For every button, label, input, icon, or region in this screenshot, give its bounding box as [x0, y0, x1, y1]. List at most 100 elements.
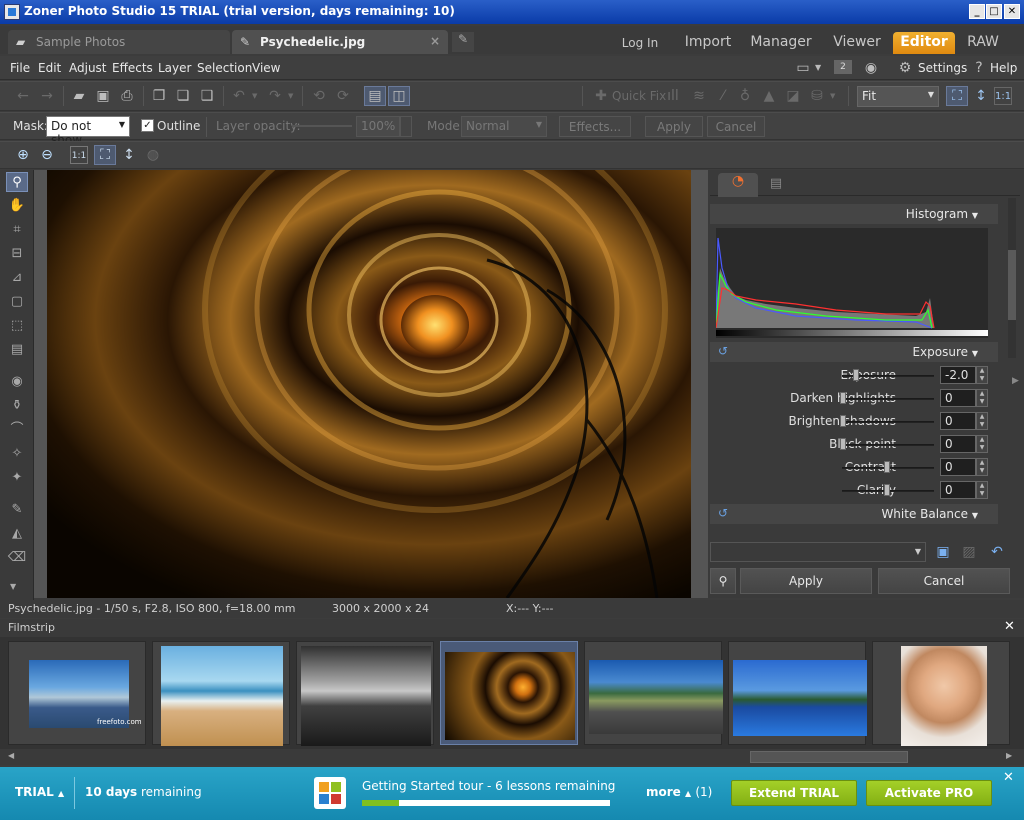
chevron-down-icon[interactable]: ▼	[815, 63, 821, 72]
menu-adjust[interactable]: Adjust	[69, 61, 107, 75]
quick-fix-icon[interactable]: ✚	[592, 87, 610, 105]
thumbnail-lake[interactable]	[728, 641, 867, 745]
straighten-tool-icon[interactable]: ⊟	[6, 244, 28, 264]
panel-scrollbar-thumb[interactable]	[1008, 250, 1016, 320]
tab-adjustments-icon[interactable]: ◔	[718, 173, 758, 197]
panel-expand-icon[interactable]: ▶	[1012, 376, 1019, 386]
clone-stamp-tool-icon[interactable]: ⚱	[6, 396, 28, 416]
back-icon[interactable]: ←	[14, 87, 32, 105]
mode-editor[interactable]: Editor	[893, 32, 955, 54]
notification-badge[interactable]: 2	[834, 60, 852, 74]
scroll-right-icon[interactable]: ▶	[1006, 751, 1012, 760]
panel-apply-button[interactable]: Apply	[740, 568, 872, 594]
close-tab-icon[interactable]: ×	[430, 34, 440, 48]
delete-preset-icon[interactable]: ▨	[960, 543, 978, 561]
selection-tool-icon[interactable]: ⬚	[6, 316, 28, 336]
exposure-header[interactable]: ↺ Exposure ▼	[710, 342, 998, 362]
save-preset-icon[interactable]: ▣	[934, 543, 952, 561]
crop-image-icon[interactable]: ◪	[784, 87, 802, 105]
filter-dropdown-icon[interactable]: ▼	[830, 92, 835, 100]
zoom-fit-height-icon[interactable]: ↕	[120, 146, 138, 164]
save-icon[interactable]: ▣	[94, 87, 112, 105]
levels-icon[interactable]: ıll	[664, 87, 682, 105]
spin-buttons[interactable]: ▲ ▼	[976, 481, 988, 499]
adjust-slider[interactable]	[842, 444, 934, 446]
healing-tool-icon[interactable]: ⌒	[6, 420, 28, 440]
curves-icon[interactable]: ≋	[690, 87, 708, 105]
adjust-slider-thumb[interactable]	[840, 392, 846, 404]
tour-text[interactable]: Getting Started tour - 6 lessons remaini…	[362, 779, 615, 793]
menu-effects[interactable]: Effects	[112, 61, 153, 75]
zoom-actual-icon[interactable]: 1:1	[70, 146, 88, 164]
trial-menu[interactable]: TRIAL ▲	[15, 785, 64, 799]
magic-wand-tool-icon[interactable]: ✦	[6, 468, 28, 488]
menu-view[interactable]: View	[252, 61, 280, 75]
opacity-spin-buttons[interactable]	[400, 116, 412, 137]
edited-photo[interactable]	[47, 170, 691, 598]
maximize-button[interactable]: □	[986, 4, 1002, 19]
scroll-left-icon[interactable]: ◀	[8, 751, 14, 760]
eraser-tool-icon[interactable]: ⌫	[6, 548, 28, 568]
mask-cancel-button[interactable]: Cancel	[707, 116, 765, 137]
undo-icon[interactable]: ↶	[230, 87, 248, 105]
layer-opacity-slider[interactable]	[292, 125, 352, 127]
adjust-value-input[interactable]: 0	[940, 458, 976, 476]
login-link[interactable]: Log In	[614, 32, 666, 54]
close-filmstrip-icon[interactable]: ✕	[1004, 619, 1015, 634]
close-trial-bar-icon[interactable]: ✕	[1003, 770, 1014, 785]
zoom-tool-icon[interactable]: ⚲	[6, 172, 28, 192]
adjust-slider-thumb[interactable]	[884, 484, 890, 496]
close-button[interactable]: ✕	[1004, 4, 1020, 19]
adjust-slider-thumb[interactable]	[840, 438, 846, 450]
mode-manager[interactable]: Manager	[746, 32, 816, 54]
histogram-header[interactable]: Histogram ▼	[710, 204, 998, 224]
preset-select[interactable]: ▼	[710, 542, 926, 562]
adjust-value-input[interactable]: 0	[940, 412, 976, 430]
mode-viewer[interactable]: Viewer	[826, 32, 888, 54]
filmstrip-scrollbar[interactable]: ◀ ▶	[0, 749, 1024, 765]
fit-height-icon[interactable]: ↕	[972, 87, 990, 105]
display-icon[interactable]: ▭	[794, 59, 812, 77]
thumbnail-road[interactable]	[584, 641, 723, 745]
spin-buttons[interactable]: ▲ ▼	[976, 412, 988, 430]
undo-dropdown-icon[interactable]: ▼	[252, 92, 257, 100]
rotate-left-icon[interactable]: ⟲	[310, 87, 328, 105]
more-link[interactable]: more ▲ (1)	[646, 785, 712, 799]
frame-tool-icon[interactable]: ▢	[6, 292, 28, 312]
fill-tool-icon[interactable]: ◭	[6, 524, 28, 544]
activate-pro-button[interactable]: Activate PRO	[866, 780, 992, 806]
thumbnail-seascape[interactable]	[296, 641, 434, 746]
tab-psychedelic[interactable]: ✎ Psychedelic.jpg ×	[232, 30, 448, 54]
adjust-slider-thumb[interactable]	[840, 415, 846, 427]
extend-trial-button[interactable]: Extend TRIAL	[731, 780, 857, 806]
layer-opacity-input[interactable]: 100%	[356, 116, 400, 137]
actual-size-icon[interactable]: 1:1	[994, 87, 1012, 105]
thumbnail-spiral[interactable]	[440, 641, 578, 745]
hand-tool-icon[interactable]: ✋	[6, 196, 28, 216]
adjust-slider-thumb[interactable]	[853, 369, 859, 381]
blend-mode-select[interactable]: Normal ▼	[461, 116, 547, 137]
adjust-value-input[interactable]: 0	[940, 481, 976, 499]
brush-icon[interactable]: ⁄	[714, 87, 732, 105]
effects-button[interactable]: Effects...	[559, 116, 631, 137]
print-icon[interactable]: ⎙	[118, 87, 136, 105]
thumbnail-woman[interactable]	[872, 641, 1010, 746]
share-icon[interactable]: ◉	[862, 59, 880, 77]
panel-cancel-button[interactable]: Cancel	[878, 568, 1010, 594]
filter-icon[interactable]: ⛁	[808, 87, 826, 105]
adjust-value-input[interactable]: 0	[940, 389, 976, 407]
reset-icon[interactable]: ↺	[718, 344, 728, 358]
tab-sample-photos[interactable]: ▰ Sample Photos	[8, 30, 230, 54]
mode-raw[interactable]: RAW	[960, 32, 1006, 54]
adjust-value-input[interactable]: -2.0	[940, 366, 976, 384]
fit-screen-icon[interactable]: ⛶	[946, 86, 968, 106]
perspective-tool-icon[interactable]: ⊿	[6, 268, 28, 288]
menu-layer[interactable]: Layer	[158, 61, 191, 75]
copy-icon[interactable]: ❐	[150, 87, 168, 105]
settings-link[interactable]: Settings	[918, 61, 967, 75]
menu-edit[interactable]: Edit	[38, 61, 61, 75]
zoom-fit-icon[interactable]: ⛶	[94, 145, 116, 165]
redo-dropdown-icon[interactable]: ▼	[288, 92, 293, 100]
adjust-slider-thumb[interactable]	[884, 461, 890, 473]
mode-import[interactable]: Import	[680, 32, 736, 54]
